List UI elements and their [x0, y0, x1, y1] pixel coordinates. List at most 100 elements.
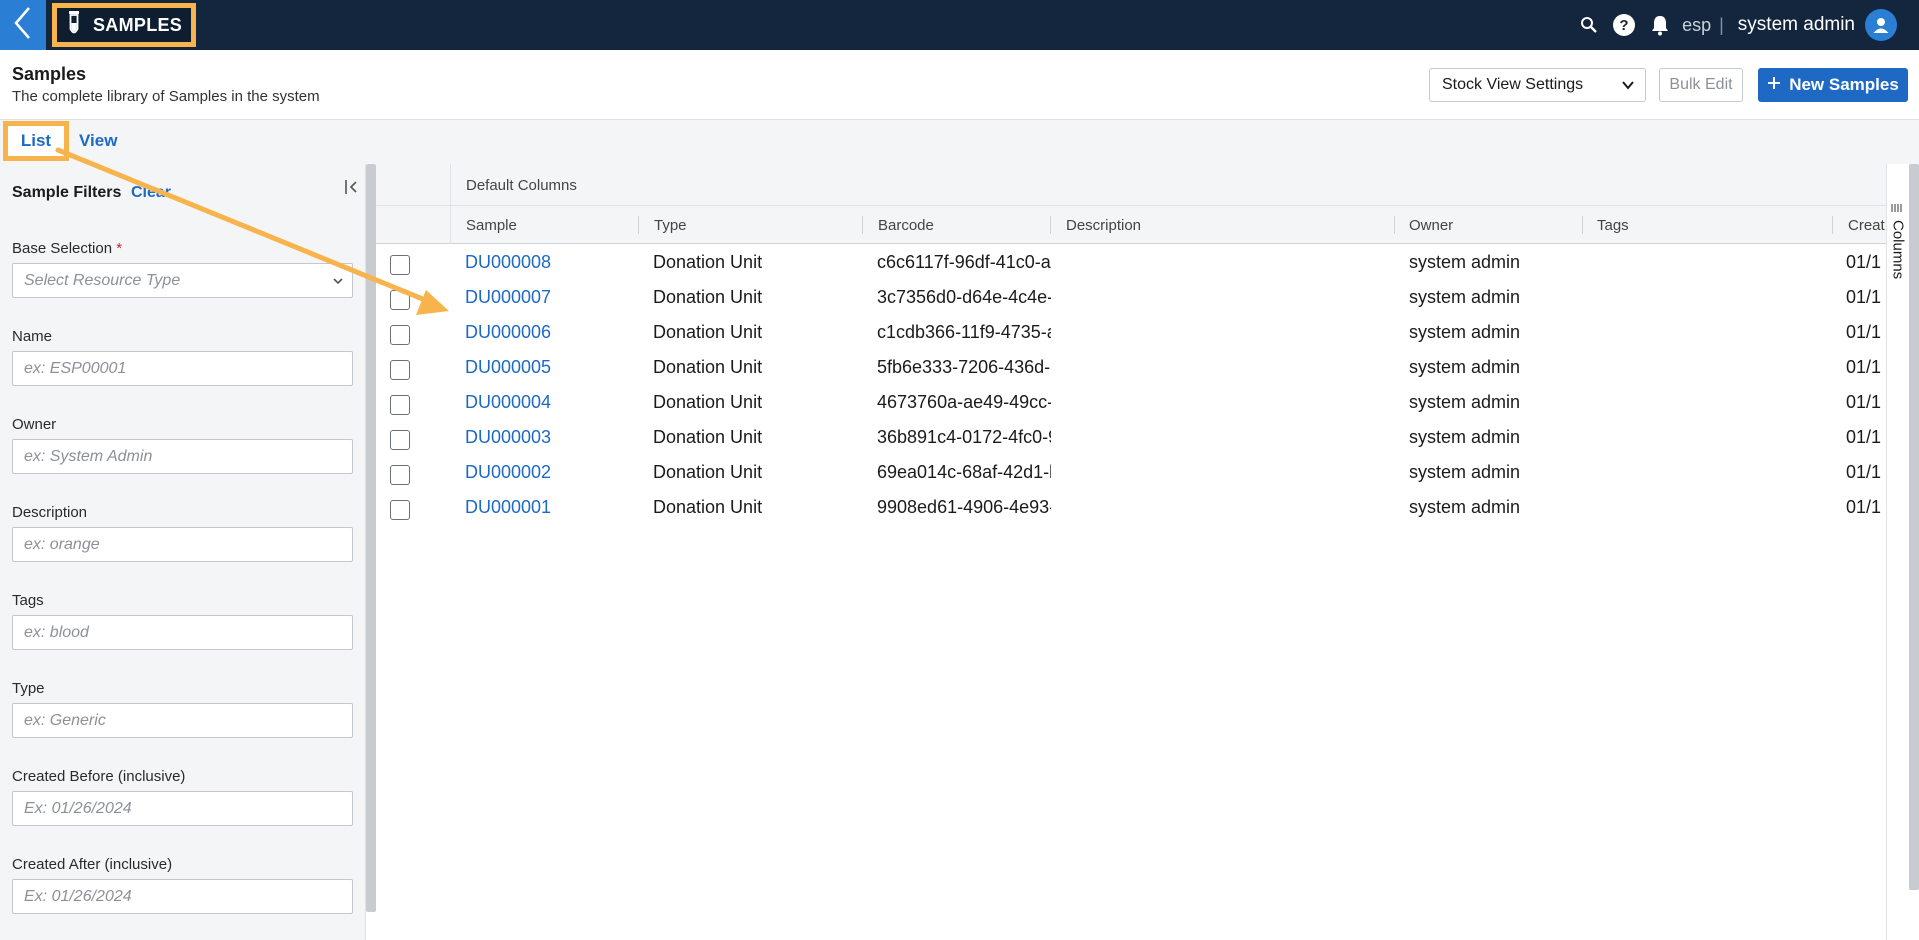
app-badge[interactable]: SAMPLES: [52, 3, 196, 47]
name-label: Name: [12, 328, 53, 345]
row-checkbox[interactable]: [390, 500, 410, 520]
created-cell: 01/1: [1846, 287, 1882, 307]
row-checkbox[interactable]: [390, 255, 410, 275]
tenant-separator: |: [1719, 14, 1724, 35]
tenant-label: esp: [1682, 14, 1712, 35]
created-after-input[interactable]: Ex: 01/26/2024: [12, 879, 353, 914]
plus-icon: [1767, 75, 1781, 95]
barcode-cell: c6c6117f-96df-41c0-a: [877, 252, 1051, 272]
sample-link[interactable]: DU000008: [465, 252, 551, 273]
row-checkbox[interactable]: [390, 465, 410, 485]
column-separator[interactable]: [1582, 216, 1583, 234]
barcode-cell: 4673760a-ae49-49cc-: [877, 392, 1051, 412]
column-header-description[interactable]: Description: [1066, 217, 1141, 234]
column-separator[interactable]: [1832, 216, 1833, 234]
owner-cell: system admin: [1409, 322, 1521, 342]
filters-title: Sample Filters: [12, 184, 122, 201]
owner-input[interactable]: ex: System Admin: [12, 439, 353, 474]
created-cell: 01/1: [1846, 392, 1882, 412]
bell-icon[interactable]: [1650, 14, 1670, 36]
new-samples-button[interactable]: New Samples: [1758, 68, 1908, 102]
sample-link[interactable]: DU000006: [465, 322, 551, 343]
column-header-type[interactable]: Type: [654, 217, 687, 234]
help-icon[interactable]: ?: [1612, 13, 1636, 37]
sidebar-scrollbar[interactable]: [366, 164, 376, 912]
samples-grid: [376, 164, 1886, 940]
row-checkbox[interactable]: [390, 395, 410, 415]
barcode-cell: 3c7356d0-d64e-4c4e-: [877, 287, 1051, 307]
barcode-cell: 5fb6e333-7206-436d-: [877, 357, 1051, 377]
description-label: Description: [12, 504, 88, 521]
test-tube-icon: [67, 10, 81, 41]
sample-link[interactable]: DU000005: [465, 357, 551, 378]
barcode-cell: 9908ed61-4906-4e93-: [877, 497, 1051, 517]
row-checkbox[interactable]: [390, 360, 410, 380]
top-bar: SAMPLES ? esp | system admin: [0, 0, 1919, 50]
owner-cell: system admin: [1409, 392, 1521, 412]
created-before-label: Created Before (inclusive): [12, 768, 186, 785]
user-name[interactable]: system admin: [1738, 14, 1855, 36]
sample-link[interactable]: DU000004: [465, 392, 551, 413]
column-separator[interactable]: [638, 216, 639, 234]
base-selection-label: Base Selection *: [12, 240, 123, 257]
created-cell: 01/1: [1846, 462, 1882, 482]
created-before-input[interactable]: Ex: 01/26/2024: [12, 791, 353, 826]
description-input[interactable]: ex: orange: [12, 527, 353, 562]
row-checkbox[interactable]: [390, 325, 410, 345]
sample-link[interactable]: DU000001: [465, 497, 551, 518]
view-settings-value: Stock View Settings: [1442, 76, 1584, 93]
user-avatar-icon[interactable]: [1865, 9, 1897, 41]
search-icon[interactable]: [1580, 16, 1598, 34]
bulk-edit-button[interactable]: Bulk Edit: [1659, 68, 1743, 102]
clear-filters-link[interactable]: Clear: [131, 184, 171, 202]
owner-cell: system admin: [1409, 497, 1521, 517]
column-separator[interactable]: [1394, 216, 1395, 234]
top-right-controls: ? esp | system admin: [1566, 0, 1897, 50]
owner-cell: system admin: [1409, 357, 1521, 377]
created-cell: 01/1: [1846, 427, 1882, 447]
type-cell: Donation Unit: [653, 357, 763, 377]
owner-cell: system admin: [1409, 287, 1521, 307]
collapse-sidebar-icon[interactable]: [344, 178, 360, 201]
columns-panel-toggle[interactable]: Columns: [1884, 200, 1912, 295]
barcode-cell: 36b891c4-0172-4fc0-9: [877, 427, 1051, 447]
column-separator[interactable]: [862, 216, 863, 234]
grid-scrollbar[interactable]: [1909, 164, 1919, 890]
chevron-down-icon: [1621, 78, 1635, 97]
sample-link[interactable]: DU000003: [465, 427, 551, 448]
new-samples-label: New Samples: [1789, 75, 1899, 94]
column-header-created[interactable]: Creat: [1848, 217, 1886, 234]
tab-view[interactable]: View: [79, 131, 117, 151]
view-settings-select[interactable]: Stock View Settings: [1429, 68, 1646, 102]
tags-input[interactable]: ex: blood: [12, 615, 353, 650]
created-cell: 01/1: [1846, 322, 1882, 342]
owner-cell: system admin: [1409, 252, 1521, 272]
type-input[interactable]: ex: Generic: [12, 703, 353, 738]
sample-link[interactable]: DU000007: [465, 287, 551, 308]
created-cell: 01/1: [1846, 252, 1882, 272]
type-cell: Donation Unit: [653, 462, 763, 482]
column-header-barcode[interactable]: Barcode: [878, 217, 934, 234]
column-header-owner[interactable]: Owner: [1409, 217, 1453, 234]
name-input[interactable]: ex: ESP00001: [12, 351, 353, 386]
type-cell: Donation Unit: [653, 427, 763, 447]
base-selection-select[interactable]: Select Resource Type: [12, 263, 353, 298]
type-cell: Donation Unit: [653, 287, 763, 307]
tab-bar: [0, 120, 1919, 164]
column-header-sample[interactable]: Sample: [466, 217, 517, 234]
type-cell: Donation Unit: [653, 322, 763, 342]
tab-list[interactable]: List: [3, 121, 69, 161]
sample-link[interactable]: DU000002: [465, 462, 551, 483]
created-cell: 01/1: [1846, 497, 1882, 517]
column-separator[interactable]: [1050, 216, 1051, 234]
back-button[interactable]: [0, 0, 46, 50]
tags-label: Tags: [12, 592, 44, 609]
column-group-label: Default Columns: [466, 177, 577, 194]
page-title: Samples: [12, 64, 87, 84]
column-header-tags[interactable]: Tags: [1597, 217, 1629, 234]
row-checkbox[interactable]: [390, 290, 410, 310]
owner-cell: system admin: [1409, 462, 1521, 482]
page-subtitle: The complete library of Samples in the s…: [12, 88, 320, 105]
row-checkbox[interactable]: [390, 430, 410, 450]
svg-text:?: ?: [1619, 17, 1628, 34]
